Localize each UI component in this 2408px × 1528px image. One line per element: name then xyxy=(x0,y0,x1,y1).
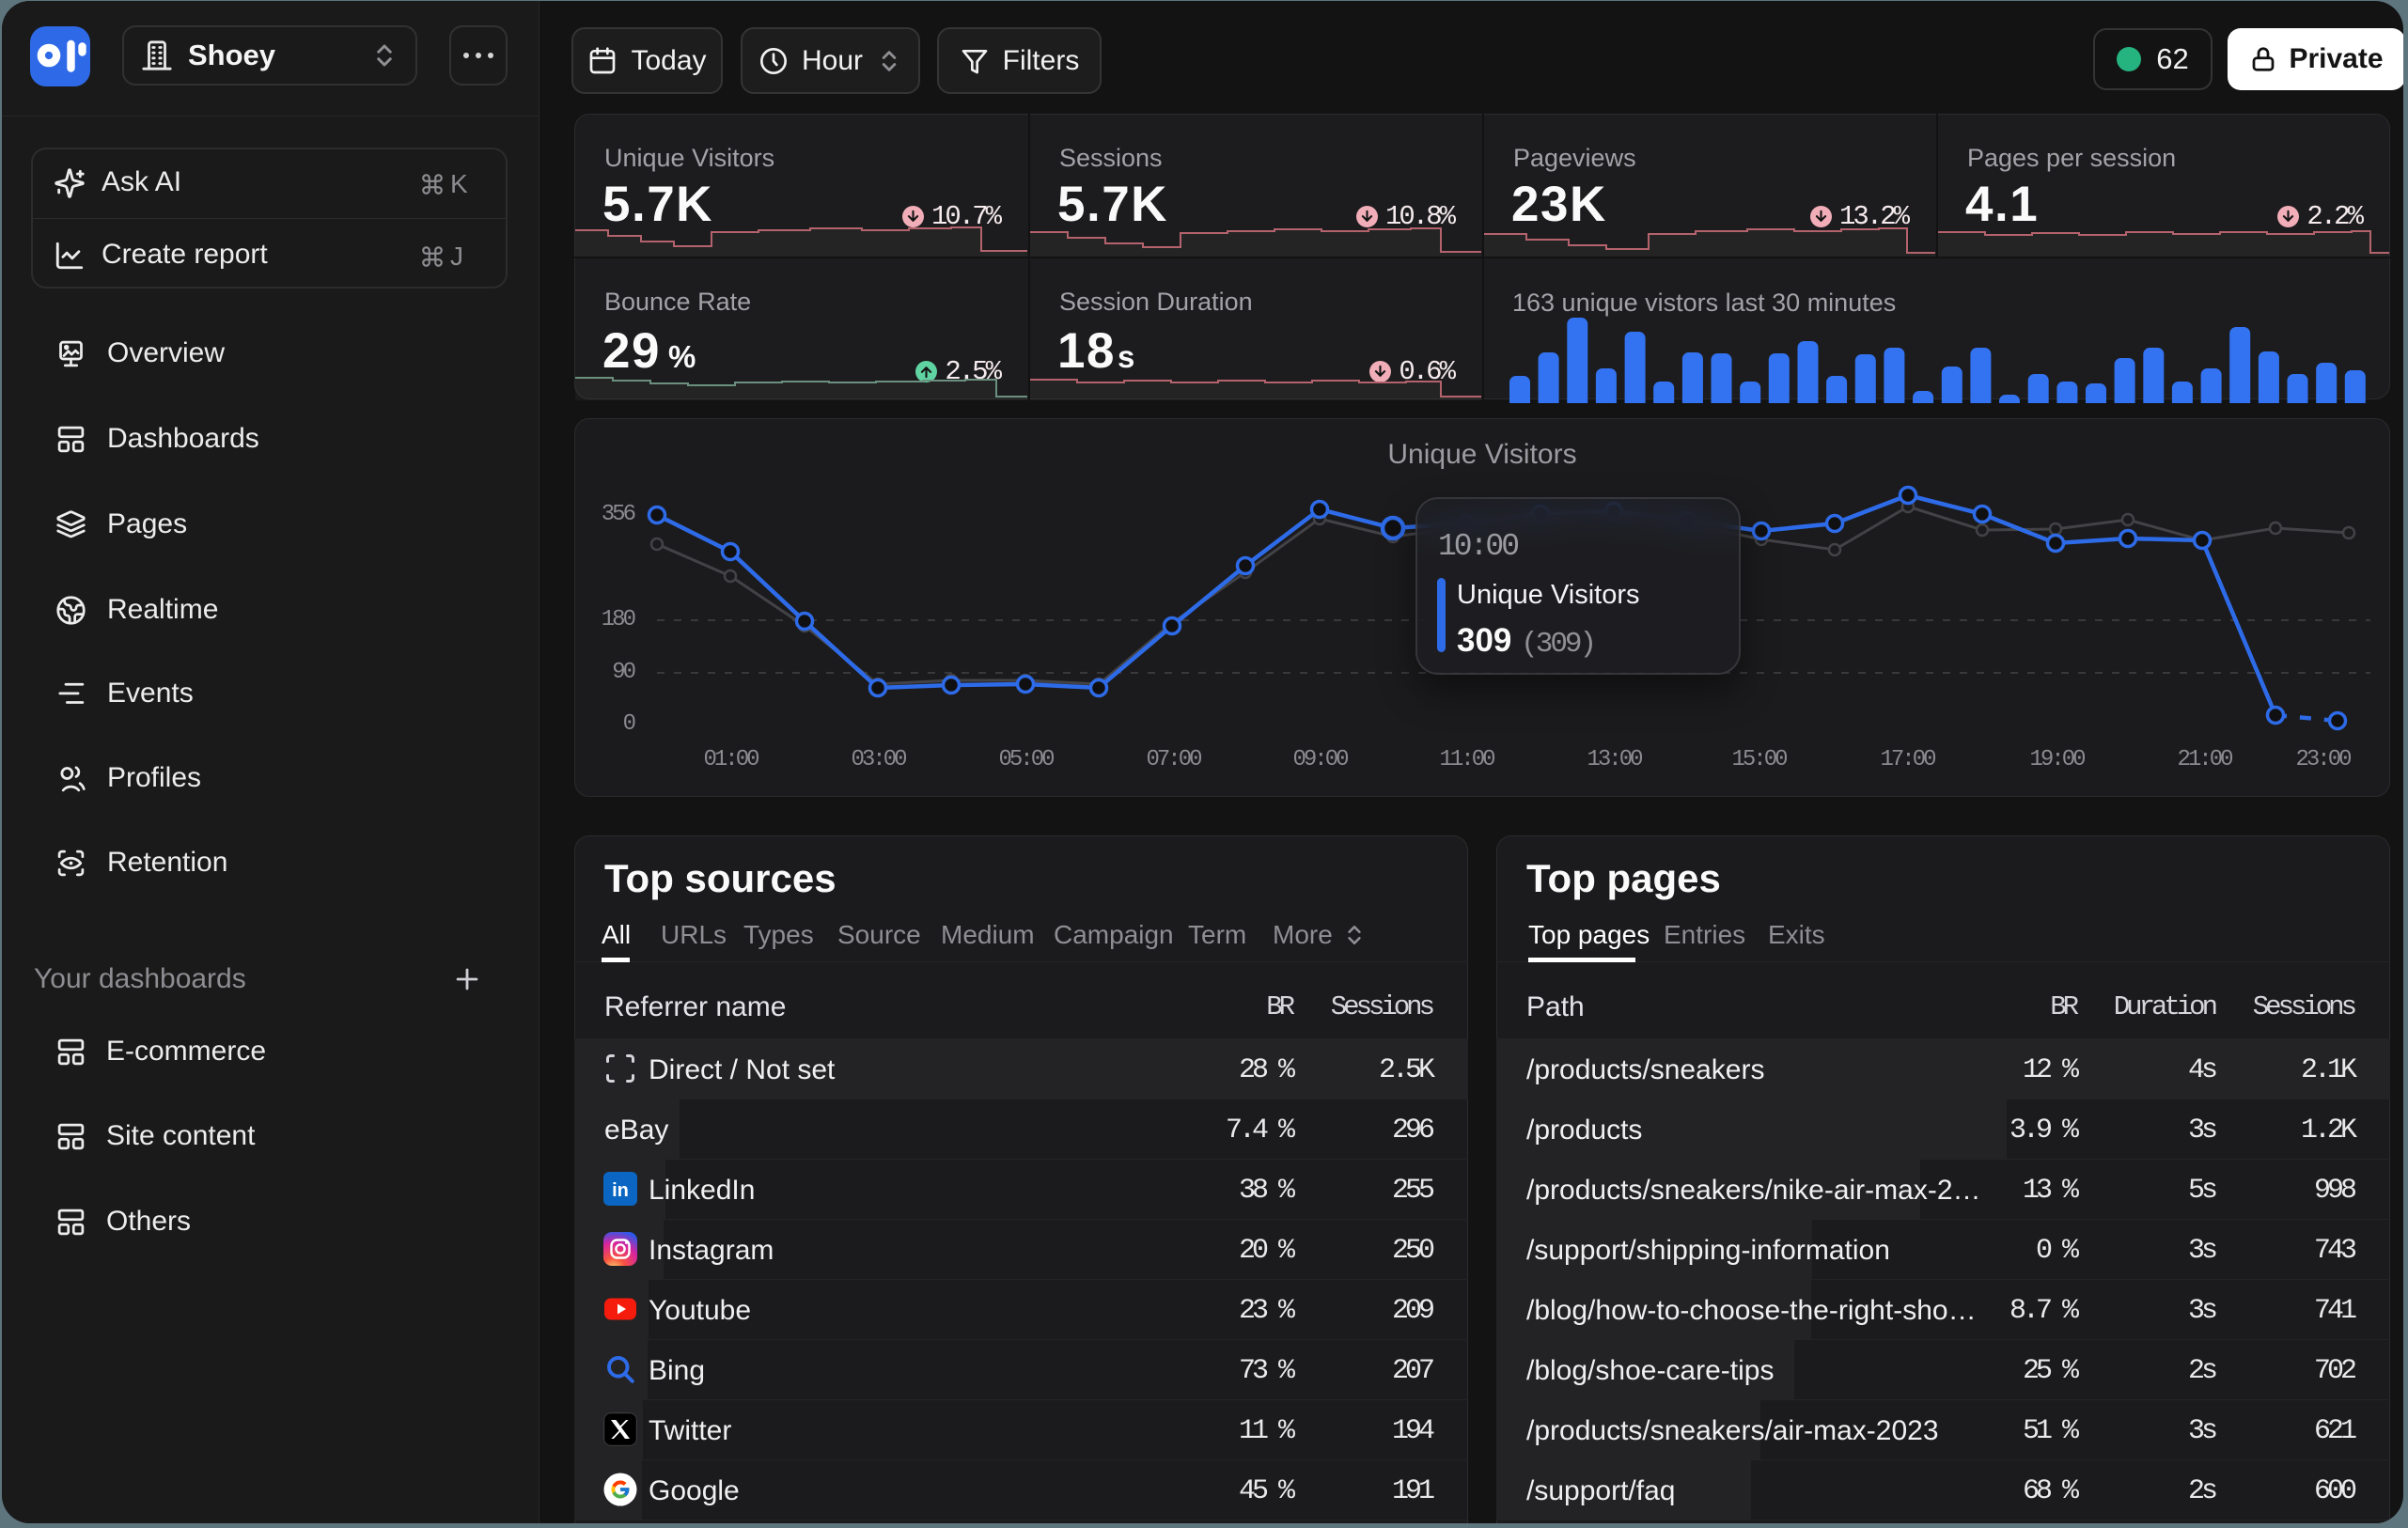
svg-text:in: in xyxy=(612,1180,629,1201)
